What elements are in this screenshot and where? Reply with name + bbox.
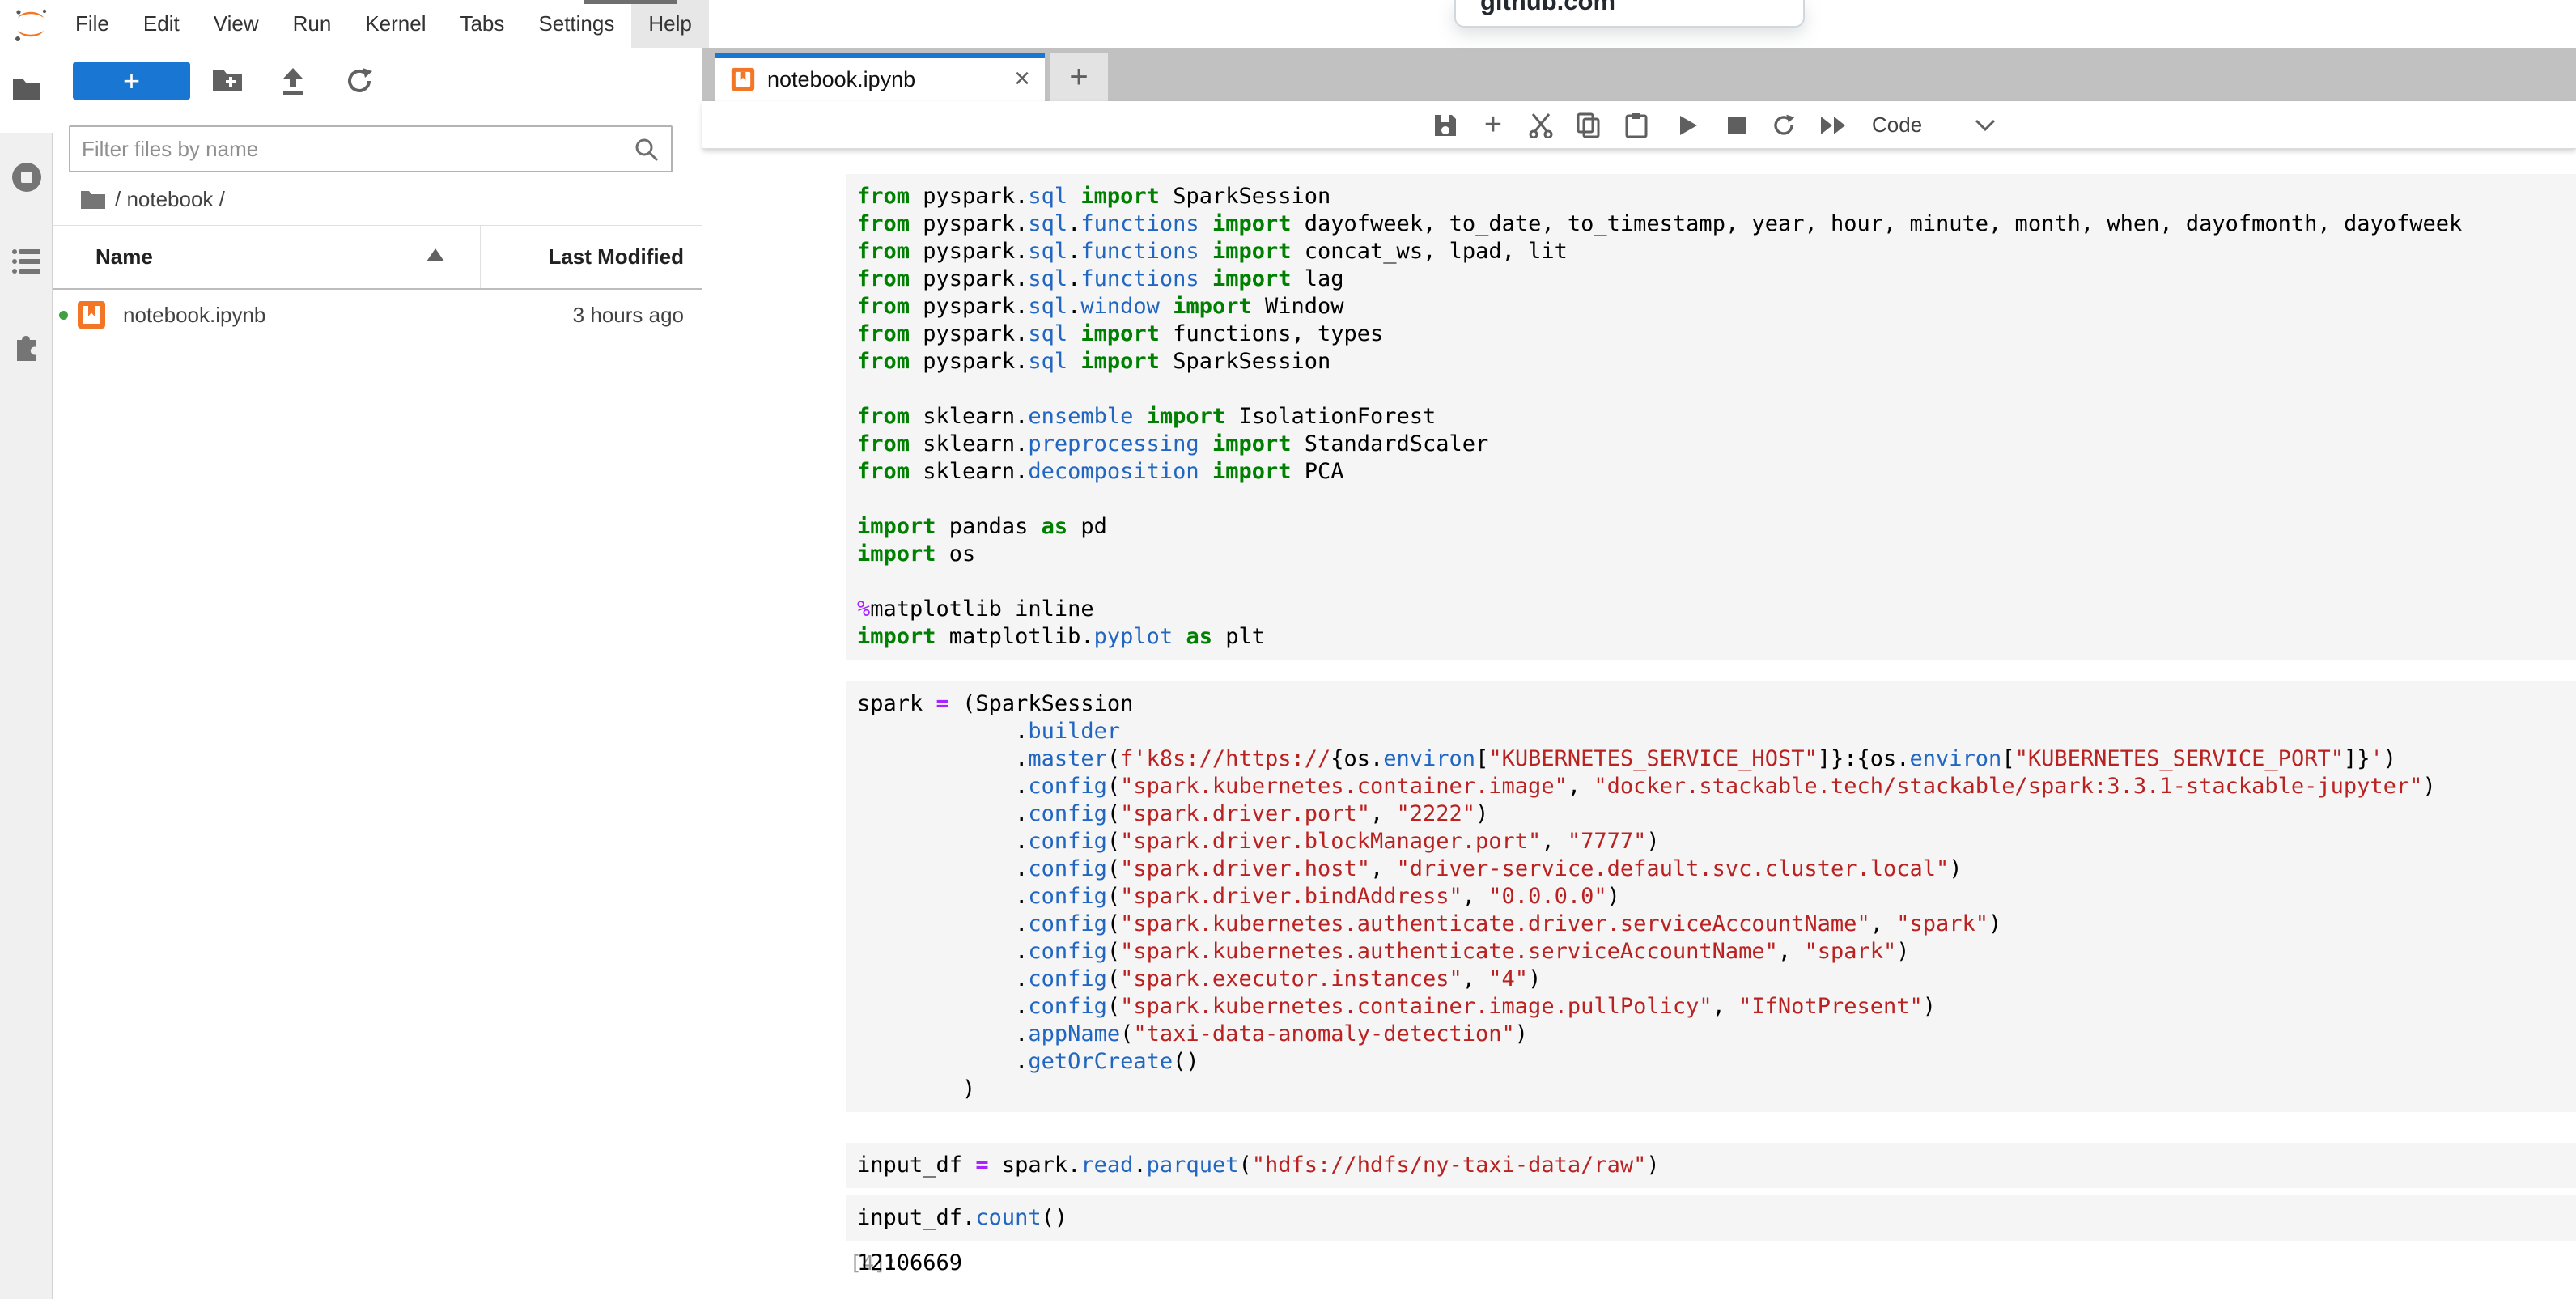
code-line: from pyspark.sql import SparkSession bbox=[857, 348, 2576, 376]
file-row[interactable]: notebook.ipynb 3 hours ago bbox=[53, 290, 702, 340]
code-line: .config("spark.kubernetes.container.imag… bbox=[857, 993, 2576, 1021]
cell-1-input[interactable]: from pyspark.sql import SparkSessionfrom… bbox=[846, 174, 2576, 660]
notebook-toolbar: + Code bbox=[702, 101, 2576, 149]
new-launcher-button[interactable]: + bbox=[73, 62, 190, 100]
filter-files-box bbox=[69, 125, 673, 172]
output-value: 12106669 bbox=[857, 1250, 962, 1277]
cell-type-dropdown[interactable]: Code bbox=[1872, 101, 1922, 149]
code-line: from sklearn.decomposition import PCA bbox=[857, 458, 2576, 486]
file-list-header: Name Last Modified bbox=[53, 226, 702, 288]
activity-sidebar bbox=[0, 48, 53, 1299]
save-icon[interactable] bbox=[1429, 101, 1462, 149]
code-line: .getOrCreate() bbox=[857, 1048, 2576, 1076]
copy-icon[interactable] bbox=[1572, 101, 1605, 149]
running-kernels-icon[interactable] bbox=[0, 162, 53, 193]
code-line: from pyspark.sql.functions import concat… bbox=[857, 238, 2576, 265]
upload-icon[interactable] bbox=[278, 66, 308, 100]
column-header-modified[interactable]: Last Modified bbox=[548, 226, 684, 288]
code-line: import matplotlib.pyplot as plt bbox=[857, 623, 2576, 651]
new-folder-icon[interactable] bbox=[212, 66, 243, 96]
run-icon[interactable] bbox=[1672, 101, 1704, 149]
restart-run-all-icon[interactable] bbox=[1818, 101, 1850, 149]
code-line: .config("spark.driver.bindAddress", "0.0… bbox=[857, 883, 2576, 911]
cut-icon[interactable] bbox=[1525, 101, 1557, 149]
code-line: .config("spark.driver.blockManager.port"… bbox=[857, 828, 2576, 855]
table-of-contents-icon[interactable] bbox=[0, 248, 53, 275]
code-line: %matplotlib inline bbox=[857, 596, 2576, 623]
menu-item-edit[interactable]: Edit bbox=[126, 0, 197, 48]
home-folder-icon bbox=[81, 189, 105, 209]
code-line: ) bbox=[857, 1076, 2576, 1103]
sort-ascending-icon[interactable] bbox=[427, 248, 444, 261]
code-line: from sklearn.ensemble import IsolationFo… bbox=[857, 403, 2576, 431]
new-tab-button[interactable]: + bbox=[1050, 53, 1108, 101]
running-kernel-dot bbox=[59, 311, 68, 320]
cell-2-input[interactable]: spark = (SparkSession .builder .master(f… bbox=[846, 681, 2576, 1112]
plus-icon: + bbox=[123, 66, 140, 96]
code-line: from pyspark.sql.functions import dayofw… bbox=[857, 210, 2576, 238]
file-name: notebook.ipynb bbox=[123, 290, 265, 340]
breadcrumb-path: / notebook / bbox=[115, 187, 225, 212]
code-line: .builder bbox=[857, 718, 2576, 745]
code-line: .config("spark.kubernetes.authenticate.d… bbox=[857, 911, 2576, 938]
cell-3-input[interactable]: input_df = spark.read.parquet("hdfs://hd… bbox=[846, 1143, 2576, 1188]
extensions-puzzle-icon[interactable] bbox=[0, 329, 53, 361]
notebook-file-icon bbox=[77, 300, 106, 329]
code-line bbox=[857, 376, 2576, 403]
search-icon bbox=[634, 137, 660, 167]
code-line: input_df.count() bbox=[857, 1204, 2576, 1232]
refresh-icon[interactable] bbox=[345, 66, 374, 100]
code-line: .config("spark.driver.port", "2222") bbox=[857, 800, 2576, 828]
main-menu-bar: FileEditViewRunKernelTabsSettingsHelp bbox=[0, 0, 2576, 48]
code-line bbox=[857, 486, 2576, 513]
code-line bbox=[857, 568, 2576, 596]
browser-popup[interactable]: github.com bbox=[1454, 0, 1805, 28]
file-browser-folder-icon[interactable] bbox=[0, 76, 53, 100]
tab-title: notebook.ipynb bbox=[767, 58, 915, 101]
column-divider bbox=[480, 226, 481, 288]
code-line: import pandas as pd bbox=[857, 513, 2576, 541]
code-line: .config("spark.executor.instances", "4") bbox=[857, 966, 2576, 993]
code-line: from pyspark.sql import functions, types bbox=[857, 321, 2576, 348]
menu-item-view[interactable]: View bbox=[197, 0, 276, 48]
paste-icon[interactable] bbox=[1620, 101, 1653, 149]
breadcrumb[interactable]: / notebook / bbox=[81, 185, 225, 214]
menu-items: FileEditViewRunKernelTabsSettingsHelp bbox=[58, 0, 709, 48]
code-line: from pyspark.sql import SparkSession bbox=[857, 183, 2576, 210]
code-line: from pyspark.sql.window import Window bbox=[857, 293, 2576, 321]
menu-item-kernel[interactable]: Kernel bbox=[348, 0, 443, 48]
menu-item-run[interactable]: Run bbox=[276, 0, 349, 48]
chevron-down-icon[interactable] bbox=[1975, 101, 1996, 149]
tab-notebook[interactable]: notebook.ipynb × bbox=[715, 53, 1045, 101]
code-line: import os bbox=[857, 541, 2576, 568]
file-modified: 3 hours ago bbox=[573, 290, 684, 340]
notebook-tab-icon bbox=[731, 67, 755, 91]
menu-focus-edge bbox=[584, 0, 677, 4]
column-header-name[interactable]: Name bbox=[95, 226, 153, 288]
restart-kernel-icon[interactable] bbox=[1768, 101, 1800, 149]
code-line: input_df = spark.read.parquet("hdfs://hd… bbox=[857, 1152, 2576, 1179]
code-line: spark = (SparkSession bbox=[857, 690, 2576, 718]
menu-item-file[interactable]: File bbox=[58, 0, 126, 48]
code-line: .config("spark.kubernetes.container.imag… bbox=[857, 773, 2576, 800]
menu-item-settings[interactable]: Settings bbox=[521, 0, 631, 48]
add-cell-icon[interactable]: + bbox=[1477, 101, 1509, 149]
cell-4-input[interactable]: input_df.count() bbox=[846, 1195, 2576, 1241]
menu-item-tabs[interactable]: Tabs bbox=[443, 0, 521, 48]
code-line: .master(f'k8s://https://{os.environ["KUB… bbox=[857, 745, 2576, 773]
filter-files-input[interactable] bbox=[82, 129, 616, 169]
code-line: .appName("taxi-data-anomaly-detection") bbox=[857, 1021, 2576, 1048]
menu-item-help[interactable]: Help bbox=[631, 0, 708, 48]
tab-close-icon[interactable]: × bbox=[1014, 58, 1030, 99]
code-line: from pyspark.sql.functions import lag bbox=[857, 265, 2576, 293]
code-line: from sklearn.preprocessing import Standa… bbox=[857, 431, 2576, 458]
plus-icon: + bbox=[1069, 59, 1088, 96]
code-line: .config("spark.kubernetes.authenticate.s… bbox=[857, 938, 2576, 966]
code-line: .config("spark.driver.host", "driver-ser… bbox=[857, 855, 2576, 883]
stop-icon[interactable] bbox=[1721, 101, 1753, 149]
jupyter-logo-icon bbox=[11, 7, 50, 43]
notebook-scroll-area[interactable]: [1]:from pyspark.sql import SparkSession… bbox=[702, 149, 2576, 1299]
popup-site-label: github.com bbox=[1480, 0, 1615, 16]
